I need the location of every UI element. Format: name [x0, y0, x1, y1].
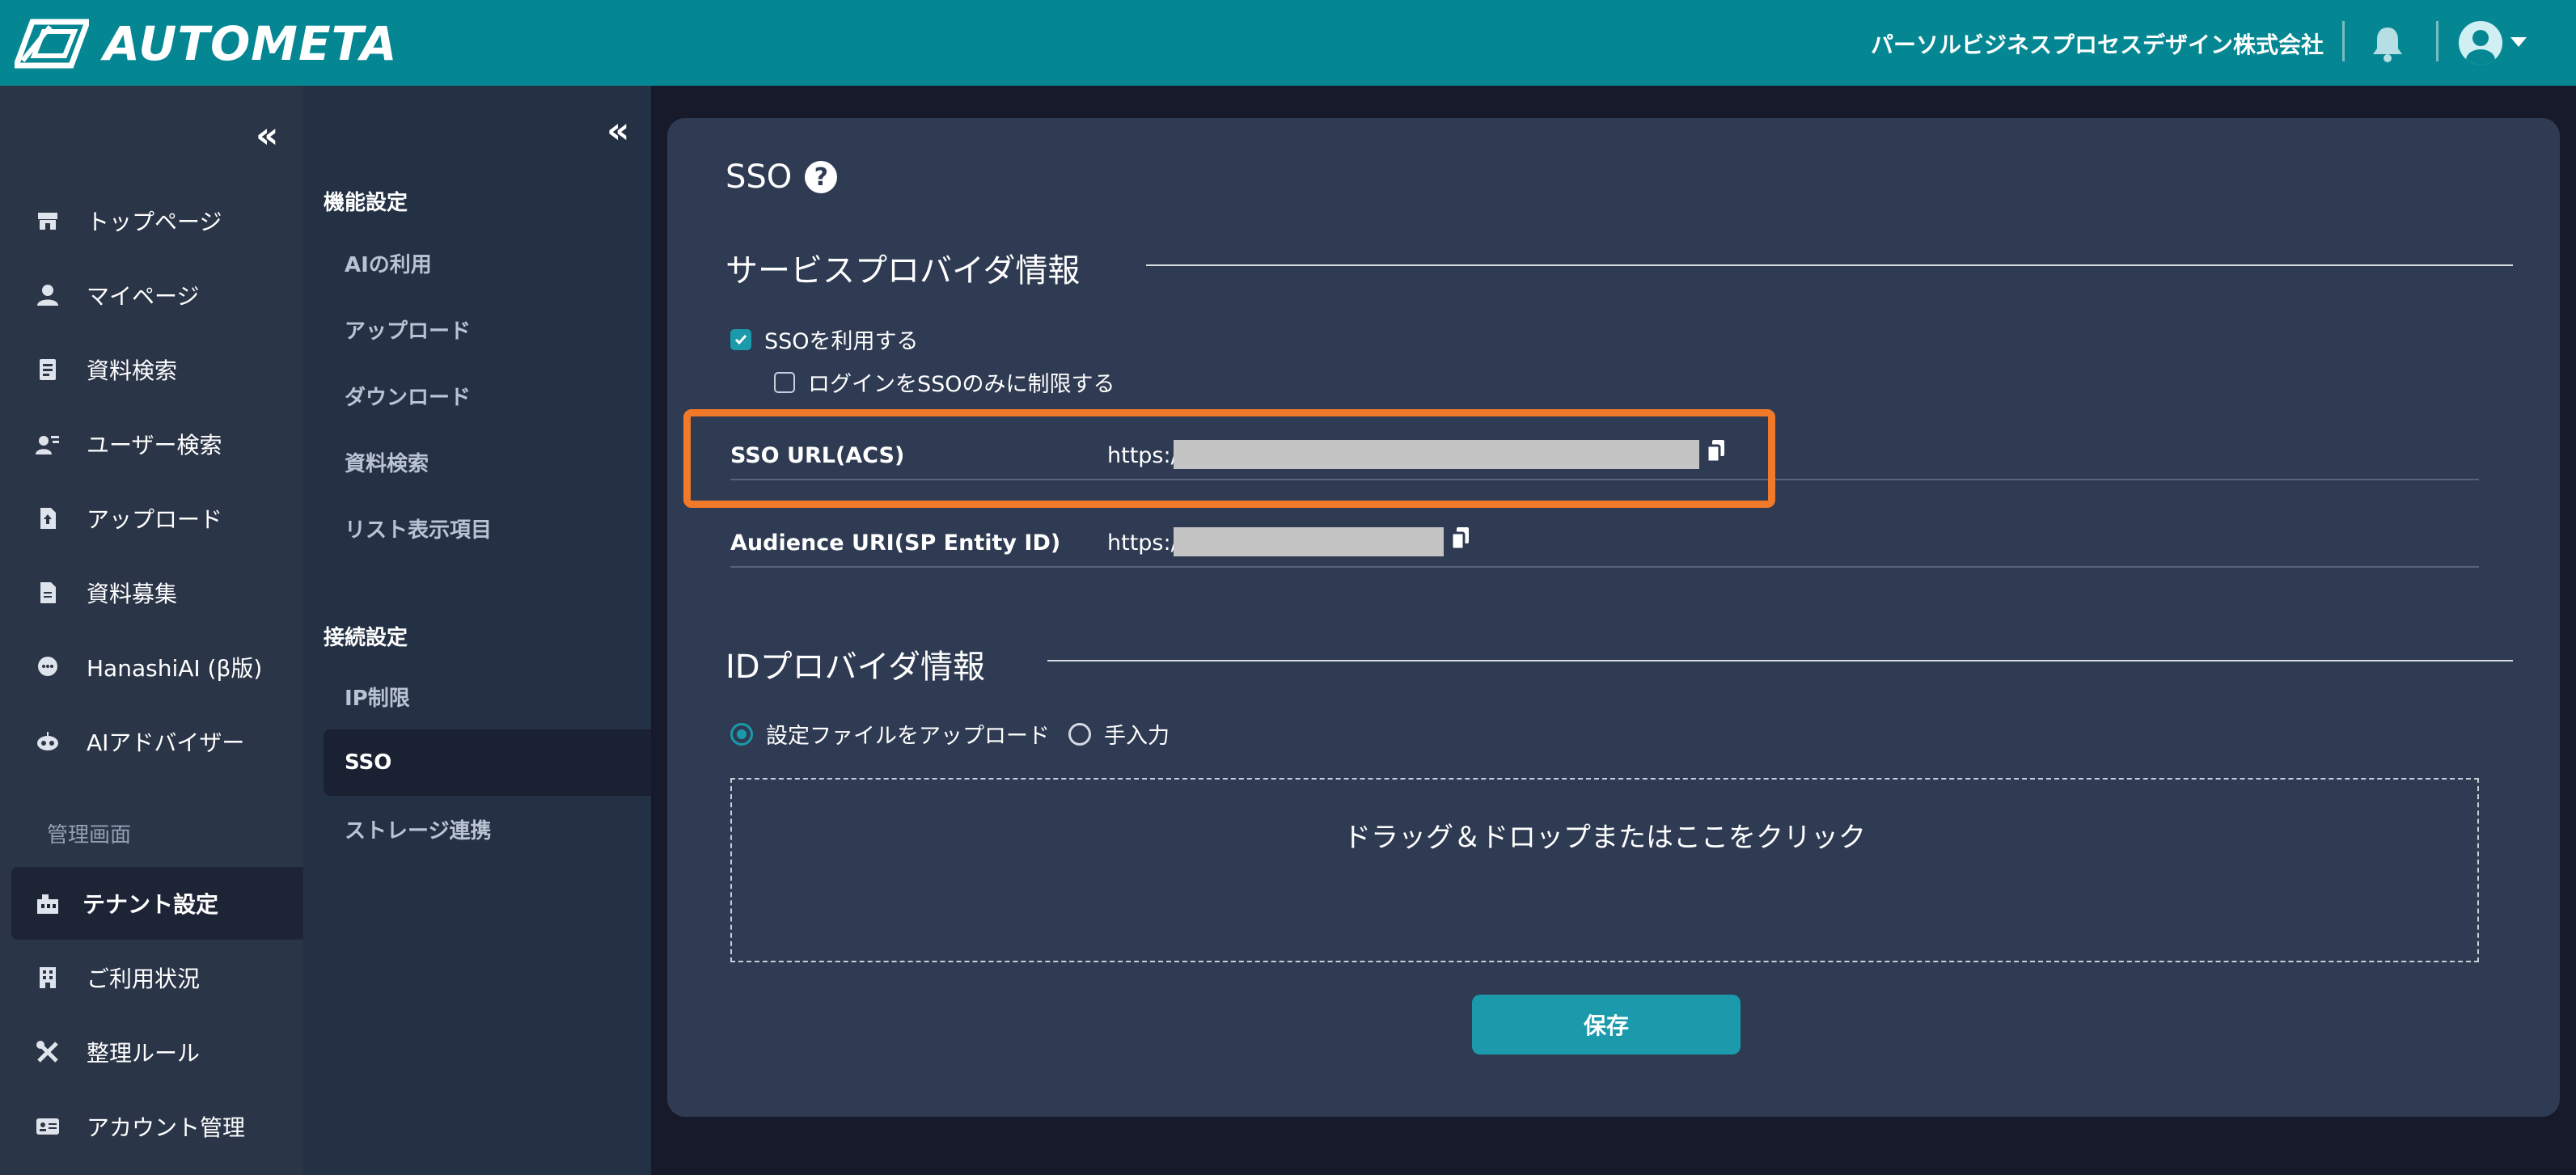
sidebar-item-document-request[interactable]: 資料募集	[0, 556, 303, 629]
building-icon	[37, 894, 58, 914]
use-sso-checkbox[interactable]: SSOを利用する	[730, 323, 919, 355]
sidebar-item-top[interactable]: トップページ	[0, 184, 303, 257]
header-divider	[2436, 21, 2439, 61]
chevron-down-icon[interactable]	[2510, 37, 2527, 47]
settings-item-ip-restriction[interactable]: IP制限	[324, 663, 651, 729]
sidebar-item-accounts[interactable]: アカウント管理	[0, 1090, 303, 1163]
sidebar-item-label: AIアドバイザー	[87, 729, 245, 756]
file-upload-icon	[40, 508, 56, 529]
chat-icon	[38, 657, 57, 676]
sso-settings-panel: SSO ? サービスプロバイダ情報 SSOを利用する ログインをSSOのみに制限…	[667, 118, 2560, 1117]
admin-section-label: 管理画面	[47, 823, 132, 847]
sidebar-item-mypage[interactable]: マイページ	[0, 259, 303, 332]
sidebar-item-label: ご利用状況	[87, 966, 201, 992]
file-icon	[40, 582, 56, 603]
settings-item-storage[interactable]: ストレージ連携	[324, 796, 651, 862]
user-search-icon	[36, 436, 59, 454]
restrict-login-label: ログインをSSOのみに制限する	[808, 372, 1115, 397]
sidebar-item-label: アップロード	[87, 506, 223, 533]
save-button[interactable]: 保存	[1472, 995, 1741, 1055]
settings-item-label: ストレージ連携	[345, 818, 492, 843]
document-search-icon	[40, 359, 56, 380]
help-icon[interactable]: ?	[805, 161, 838, 193]
sidebar-item-label: 整理ルール	[87, 1040, 201, 1067]
settings-item-sso[interactable]: SSO	[324, 729, 651, 796]
checkbox-unchecked[interactable]	[774, 371, 795, 393]
group-title-connection-settings: 接続設定	[324, 626, 408, 650]
page-title: SSO ?	[725, 158, 838, 196]
settings-sidebar: « 機能設定 AIの利用 アップロード ダウンロード 資料検索 リスト表示項目 …	[303, 86, 651, 1175]
settings-item-ai-usage[interactable]: AIの利用	[324, 230, 651, 296]
autometa-logo-icon	[15, 19, 89, 69]
header-divider	[2342, 21, 2345, 61]
sidebar-item-label: アカウント管理	[87, 1114, 246, 1141]
sidebar-item-label: HanashiAI (β版)	[87, 655, 263, 682]
app-name: AUTOMETA	[104, 16, 398, 71]
settings-item-label: アップロード	[345, 319, 472, 344]
sidebar-item-label: トップページ	[87, 209, 222, 235]
main-sidebar: « トップページ マイページ 資料検索 ユーザー検索 アップロード 資料募集 H…	[0, 86, 303, 1175]
audience-uri-label: Audience URI(SP Entity ID)	[730, 530, 1061, 556]
top-header: AUTOMETA パーソルビジネスプロセスデザイン株式会社	[0, 0, 2576, 86]
radio-manual-input[interactable]: 手入力	[1068, 718, 1170, 750]
section-title-service-provider: サービスプロバイダ情報	[725, 252, 1081, 290]
robot-icon	[37, 732, 58, 750]
file-dropzone[interactable]: ドラッグ＆ドロップまたはここをクリック	[730, 778, 2479, 962]
office-icon	[40, 967, 56, 988]
sidebar-item-usage[interactable]: ご利用状況	[0, 941, 303, 1014]
sidebar-item-user-search[interactable]: ユーザー検索	[0, 408, 303, 480]
sidebar-item-label: ユーザー検索	[87, 432, 222, 459]
collapse-sidebar-button[interactable]: «	[256, 118, 278, 154]
collapse-settings-sidebar-button[interactable]: «	[607, 113, 629, 149]
company-name: パーソルビジネスプロセスデザイン株式会社	[1870, 32, 2324, 58]
section-divider	[1146, 264, 2513, 266]
settings-item-label: IP制限	[345, 686, 410, 711]
page-title-text: SSO	[725, 158, 793, 196]
sidebar-item-label: 資料検索	[87, 357, 178, 384]
radio-unselected[interactable]	[1068, 722, 1091, 746]
settings-item-list-columns[interactable]: リスト表示項目	[324, 495, 651, 561]
radio-selected[interactable]	[730, 722, 753, 746]
radio-upload-label: 設定ファイルをアップロード	[766, 724, 1050, 749]
settings-item-label: ダウンロード	[345, 385, 472, 410]
sidebar-item-tenant-settings[interactable]: テナント設定	[11, 867, 303, 940]
settings-item-download[interactable]: ダウンロード	[324, 362, 651, 429]
radio-manual-label: 手入力	[1104, 724, 1170, 749]
sidebar-item-ai-advisor[interactable]: AIアドバイザー	[0, 705, 303, 778]
home-icon	[38, 213, 57, 230]
check-icon	[734, 334, 747, 344]
restrict-login-checkbox[interactable]: ログインをSSOのみに制限する	[774, 366, 1115, 398]
use-sso-label: SSOを利用する	[764, 329, 919, 354]
tools-icon	[36, 1041, 58, 1063]
settings-item-label: 資料検索	[345, 451, 429, 476]
user-avatar-icon[interactable]	[2459, 21, 2502, 65]
sidebar-item-hanashiai[interactable]: HanashiAI (β版)	[0, 631, 303, 704]
section-title-identity-provider: IDプロバイダ情報	[725, 649, 985, 686]
radio-upload-config[interactable]: 設定ファイルをアップロード	[730, 718, 1050, 750]
sidebar-item-label: テナント設定	[82, 891, 219, 918]
id-card-icon	[36, 1118, 59, 1135]
dropzone-text: ドラッグ＆ドロップまたはここをクリック	[1343, 822, 1866, 854]
settings-item-label: AIの利用	[345, 252, 432, 277]
bell-icon[interactable]	[2370, 24, 2405, 63]
sidebar-item-rules[interactable]: 整理ルール	[0, 1016, 303, 1088]
audience-uri-row: Audience URI(SP Entity ID) https://	[730, 519, 2479, 568]
sidebar-item-label: 資料募集	[87, 581, 178, 607]
group-title-feature-settings: 機能設定	[324, 191, 408, 215]
app-logo[interactable]: AUTOMETA	[15, 15, 398, 73]
settings-item-upload[interactable]: アップロード	[324, 296, 651, 362]
highlight-box	[683, 409, 1775, 508]
settings-item-document-search[interactable]: 資料検索	[324, 429, 651, 495]
redacted-value	[1174, 527, 1444, 556]
copy-icon[interactable]	[1450, 526, 1471, 552]
user-icon	[37, 285, 58, 306]
sidebar-item-document-search[interactable]: 資料検索	[0, 333, 303, 406]
section-divider	[1047, 660, 2513, 661]
sidebar-item-upload[interactable]: アップロード	[0, 482, 303, 555]
settings-item-label: SSO	[345, 750, 392, 775]
checkbox-checked[interactable]	[730, 328, 751, 350]
settings-item-label: リスト表示項目	[345, 518, 493, 543]
sidebar-item-label: マイページ	[87, 283, 200, 310]
